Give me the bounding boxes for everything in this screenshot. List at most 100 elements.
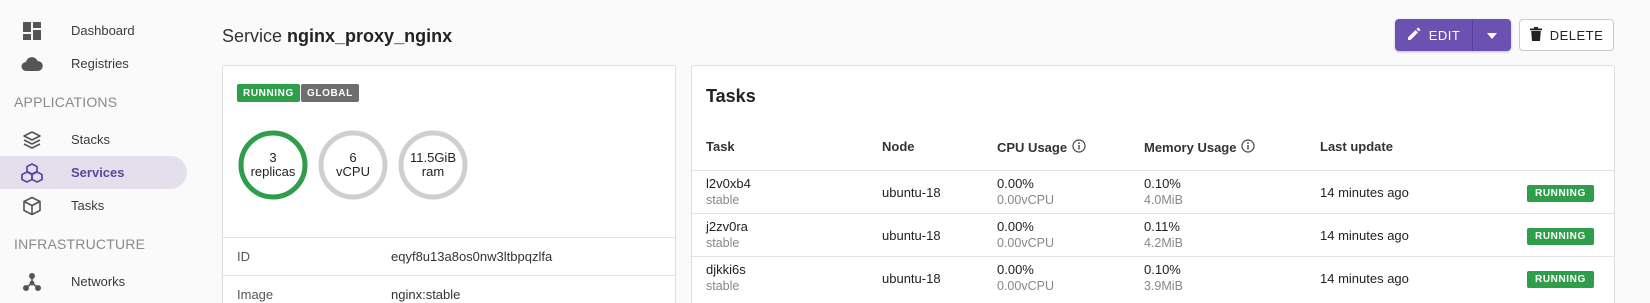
cpu-percent: 0.00%	[997, 219, 1034, 234]
sidebar-item-label: Registries	[71, 56, 129, 71]
sidebar-item-services[interactable]: Services	[0, 156, 187, 189]
detail-row-id: ID eqyf8u13a8os0nw3ltbpqzlfa	[223, 238, 675, 275]
trash-icon	[1529, 26, 1542, 44]
gauge-value: 6	[349, 150, 357, 165]
sidebar-item-label: Tasks	[71, 198, 105, 213]
detail-value: eqyf8u13a8os0nw3ltbpqzlfa	[391, 249, 553, 264]
memory-cell: 0.10% 3.9MiB	[1144, 261, 1183, 295]
edit-button[interactable]: EDIT	[1395, 19, 1472, 51]
caret-down-icon	[1487, 26, 1497, 44]
node-cell: ubuntu-18	[882, 271, 941, 286]
node-cell: ubuntu-18	[882, 185, 941, 200]
delete-button[interactable]: DELETE	[1519, 19, 1614, 51]
edit-dropdown-button[interactable]	[1472, 19, 1511, 51]
memory-size: 3.9MiB	[1144, 279, 1183, 293]
tasks-card: Tasks Task Node CPU Usage Memory Usage L…	[691, 65, 1615, 303]
tasks-title: Tasks	[706, 86, 756, 106]
sidebar-item-stacks[interactable]: Stacks	[0, 123, 187, 156]
column-header-memory[interactable]: Memory Usage	[1144, 139, 1256, 156]
table-row[interactable]: j2zv0ra stable ubuntu-18 0.00% 0.00vCPU 0.…	[692, 213, 1614, 256]
column-header-label: Task	[706, 139, 735, 154]
cloud-icon	[21, 53, 43, 75]
gauge-value: 3	[269, 150, 277, 165]
info-icon[interactable]	[1241, 139, 1256, 156]
sidebar-item-label: Dashboard	[71, 23, 135, 38]
task-tag: stable	[706, 193, 740, 207]
status-badge: RUNNING	[1527, 271, 1594, 288]
networks-icon	[21, 271, 43, 293]
section-title-applications: APPLICATIONS	[14, 94, 118, 110]
vcpu-gauge: 6 vCPU	[317, 129, 389, 201]
memory-cell: 0.10% 4.0MiB	[1144, 175, 1183, 209]
status-badge: RUNNING	[1527, 228, 1594, 245]
sidebar-item-networks[interactable]: Networks	[0, 265, 187, 298]
cpu-vcpu: 0.00vCPU	[997, 236, 1054, 250]
task-tag: stable	[706, 279, 740, 293]
detail-key: ID	[237, 249, 250, 264]
detail-value: nginx:stable	[391, 287, 461, 302]
service-name: nginx_proxy_nginx	[287, 26, 453, 46]
mode-badge-global: GLOBAL	[301, 84, 359, 102]
service-summary-card: RUNNING GLOBAL 3 replicas 6 vCPU 11.5GiB ra…	[222, 65, 676, 303]
page-title-prefix: Service	[222, 26, 283, 46]
column-header-last-update[interactable]: Last update	[1320, 139, 1393, 154]
column-header-node[interactable]: Node	[882, 139, 915, 154]
pencil-icon	[1407, 27, 1421, 44]
sidebar-item-tasks[interactable]: Tasks	[0, 189, 187, 222]
status-badge-running: RUNNING	[237, 84, 300, 102]
sidebar-item-label: Stacks	[71, 132, 111, 147]
task-cell: l2v0xb4 stable	[706, 175, 751, 209]
replicas-gauge: 3 replicas	[237, 129, 309, 201]
status-badge: RUNNING	[1527, 185, 1594, 202]
sidebar-item-dashboard[interactable]: Dashboard	[0, 14, 187, 47]
sidebar-item-registries[interactable]: Registries	[0, 47, 187, 80]
task-cell: j2zv0ra stable	[706, 218, 748, 252]
memory-percent: 0.10%	[1144, 176, 1181, 191]
column-header-task[interactable]: Task	[706, 139, 735, 154]
ram-gauge: 11.5GiB ram	[397, 129, 469, 201]
sidebar: Dashboard Registries APPLICATIONS Stacks…	[0, 0, 200, 303]
column-header-label: Last update	[1320, 139, 1393, 154]
cpu-vcpu: 0.00vCPU	[997, 193, 1054, 207]
task-id[interactable]: j2zv0ra	[706, 218, 748, 235]
services-icon	[21, 162, 43, 184]
gauge-value: 11.5GiB	[409, 150, 456, 165]
task-cell: djkki6s stable	[706, 261, 746, 295]
column-header-label: CPU Usage	[997, 140, 1068, 155]
edit-button-group: EDIT	[1395, 19, 1511, 51]
column-header-cpu[interactable]: CPU Usage	[997, 139, 1086, 156]
sidebar-item-label: Networks	[71, 274, 126, 289]
cpu-percent: 0.00%	[997, 262, 1034, 277]
column-header-label: Node	[882, 139, 915, 154]
info-icon[interactable]	[1072, 139, 1086, 156]
table-row[interactable]: l2v0xb4 stable ubuntu-18 0.00% 0.00vCPU 0.…	[692, 170, 1614, 213]
gauge-unit: replicas	[250, 164, 296, 179]
task-id[interactable]: djkki6s	[706, 261, 746, 278]
cpu-cell: 0.00% 0.00vCPU	[997, 218, 1054, 252]
task-id[interactable]: l2v0xb4	[706, 175, 751, 192]
table-row[interactable]: djkki6s stable ubuntu-18 0.00% 0.00vCPU 0.…	[692, 256, 1614, 299]
section-title-infrastructure: INFRASTRUCTURE	[14, 236, 146, 252]
cpu-vcpu: 0.00vCPU	[997, 279, 1054, 293]
last-update-cell: 14 minutes ago	[1320, 271, 1409, 286]
page-title: Service nginx_proxy_nginx	[222, 26, 452, 47]
app-root: Dashboard Registries APPLICATIONS Stacks…	[0, 0, 1650, 303]
memory-percent: 0.10%	[1144, 262, 1181, 277]
gauge-unit: ram	[421, 164, 445, 179]
gauge-unit: vCPU	[336, 164, 370, 179]
tasks-icon	[21, 195, 43, 217]
delete-button-label: DELETE	[1549, 27, 1604, 43]
cpu-cell: 0.00% 0.00vCPU	[997, 261, 1054, 295]
task-tag: stable	[706, 236, 740, 250]
edit-button-label: EDIT	[1428, 27, 1461, 43]
cpu-cell: 0.00% 0.00vCPU	[997, 175, 1054, 209]
memory-cell: 0.11% 4.2MiB	[1144, 218, 1183, 252]
column-header-label: Memory Usage	[1144, 140, 1237, 155]
detail-key: Image	[237, 287, 274, 302]
memory-size: 4.0MiB	[1144, 193, 1183, 207]
cpu-percent: 0.00%	[997, 176, 1034, 191]
stacks-icon	[21, 129, 43, 151]
detail-row-image: Image nginx:stable	[223, 276, 675, 303]
memory-percent: 0.11%	[1144, 219, 1180, 234]
sidebar-item-label: Services	[71, 165, 125, 180]
